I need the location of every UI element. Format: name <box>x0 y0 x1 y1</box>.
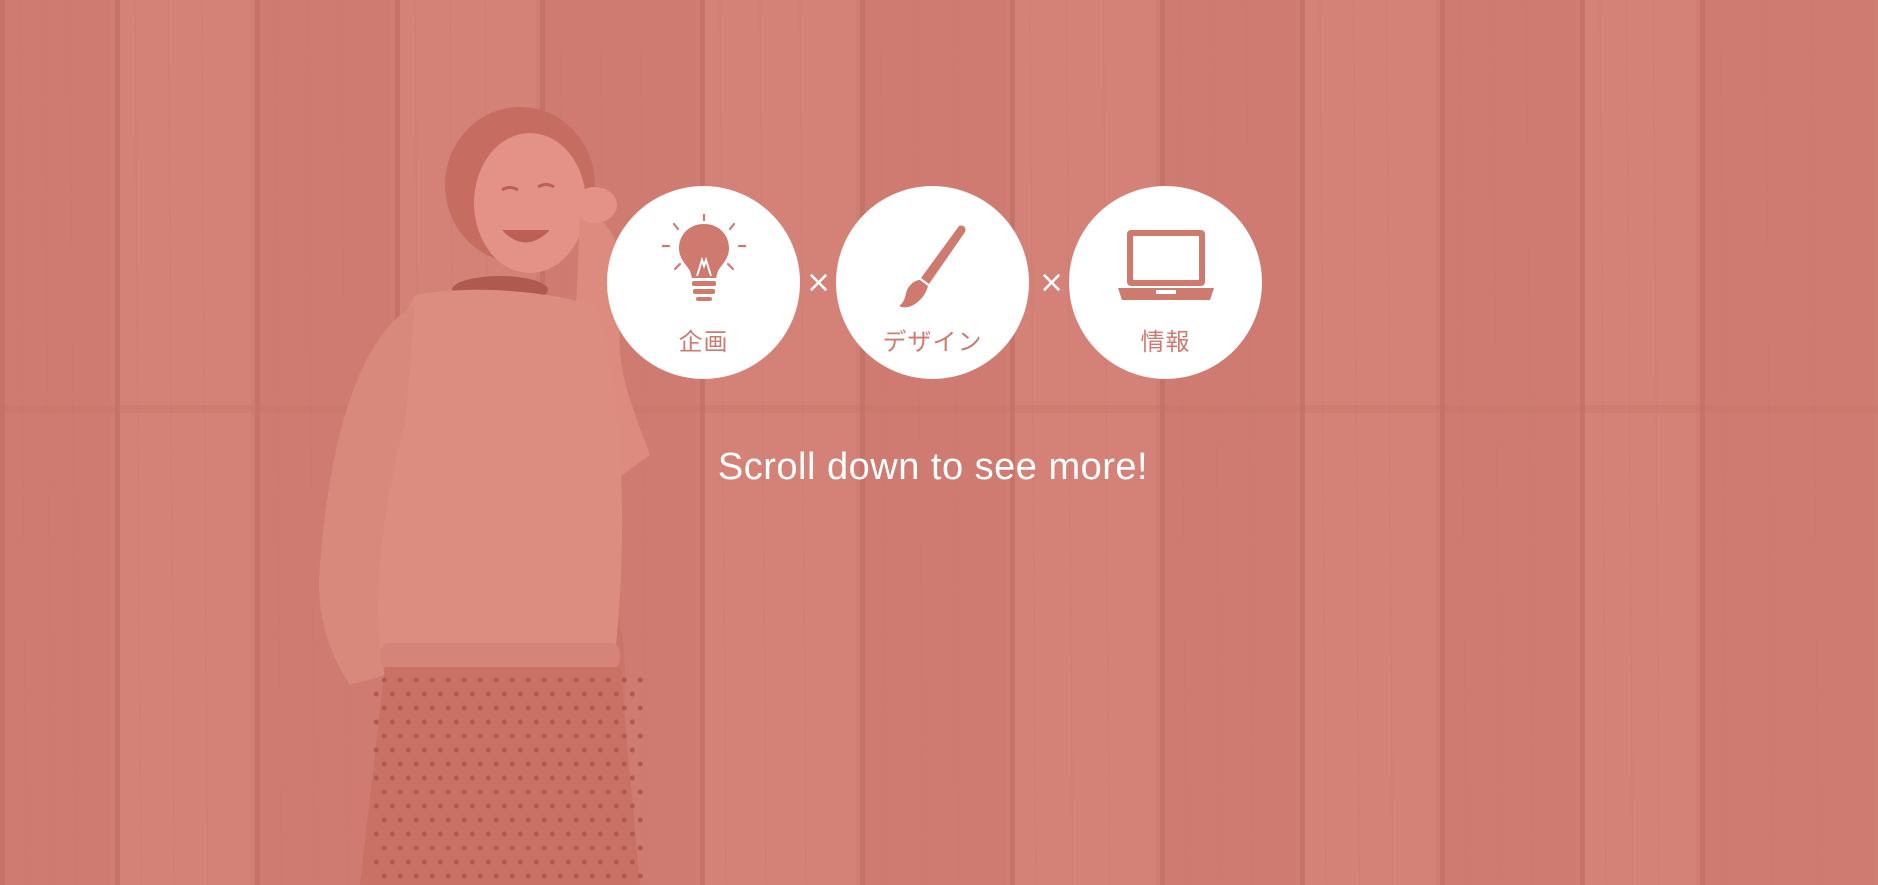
scroll-prompt: Scroll down to see more! <box>717 446 1149 488</box>
service-label: 情報 <box>1140 328 1191 356</box>
service-design: デザイン <box>836 186 1029 379</box>
laptop-icon <box>1117 230 1214 300</box>
services-row: 企画 × デザイン × 情報 <box>607 186 1262 381</box>
paintbrush-icon <box>898 225 966 308</box>
service-label: デザイン <box>882 328 983 356</box>
times-separator: × <box>806 265 832 300</box>
times-separator: × <box>1039 265 1065 300</box>
hero-section: 企画 × デザイン × 情報 Scroll down to see more! <box>0 0 1878 885</box>
service-label: 企画 <box>678 328 729 356</box>
color-overlay <box>0 0 1878 885</box>
service-planning: 企画 <box>607 186 800 379</box>
service-information: 情報 <box>1069 186 1262 379</box>
lightbulb-icon <box>661 214 746 301</box>
